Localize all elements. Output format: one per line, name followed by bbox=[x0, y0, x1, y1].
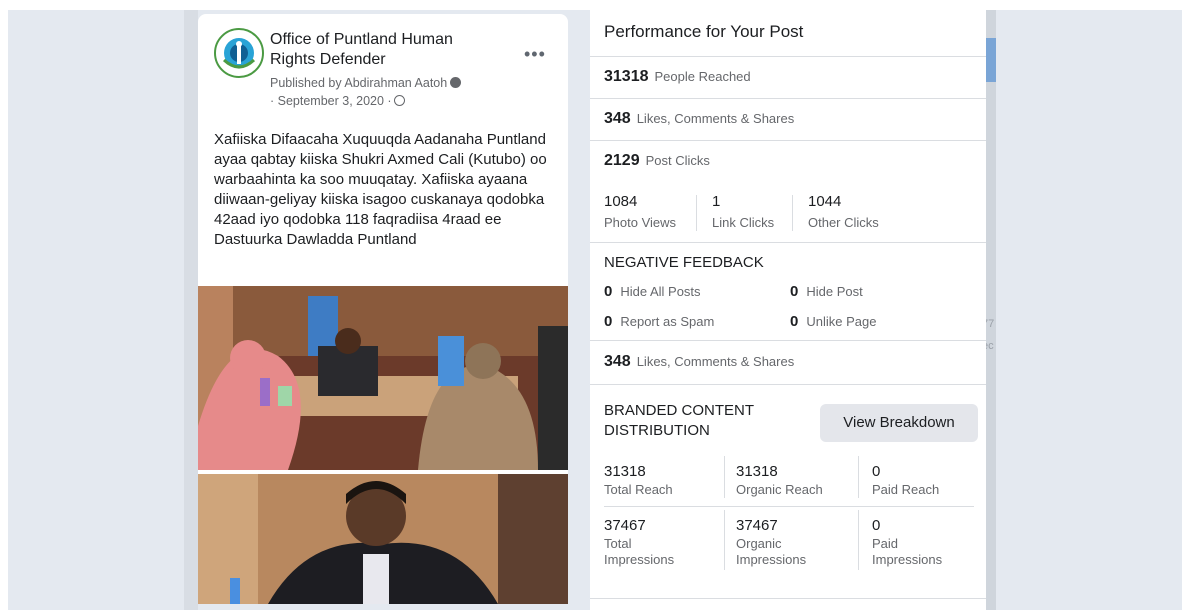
paid-impressions-value: 0 bbox=[872, 517, 881, 534]
total-impressions-label-2: Impressions bbox=[604, 552, 675, 567]
people-reached-value: 31318 bbox=[604, 68, 649, 85]
hide-all-posts-label: Hide All Posts bbox=[620, 284, 701, 299]
photo-views-value: 1084 bbox=[604, 193, 638, 210]
organic-impressions-value: 37467 bbox=[736, 517, 778, 534]
organic-reach-value: 31318 bbox=[736, 463, 778, 480]
paid-impressions: 0 Paid Impressions bbox=[872, 516, 942, 568]
organic-impressions-label-1: Organic bbox=[736, 536, 782, 551]
engagement-label: Likes, Comments & Shares bbox=[636, 111, 795, 126]
engagement2-label: Likes, Comments & Shares bbox=[636, 354, 795, 369]
post-text: Xafiiska Difaacaha Xuquuqda Aadanaha Pun… bbox=[214, 131, 547, 248]
gear-icon bbox=[450, 77, 462, 88]
divider bbox=[858, 510, 859, 570]
performance-panel: Performance for Your Post 31318 People Re… bbox=[590, 10, 986, 610]
divider bbox=[858, 456, 859, 498]
view-breakdown-button[interactable]: View Breakdown bbox=[820, 404, 978, 442]
globe-icon bbox=[393, 95, 405, 106]
post-clicks-label: Post Clicks bbox=[645, 153, 710, 168]
paid-reach-value: 0 bbox=[872, 463, 881, 480]
total-impressions: 37467 Total Impressions bbox=[604, 516, 674, 568]
engagement-row: 348 Likes, Comments & Shares bbox=[590, 98, 986, 140]
divider bbox=[696, 195, 697, 231]
logo-icon bbox=[217, 31, 261, 75]
total-reach-value: 31318 bbox=[604, 463, 646, 480]
other-clicks-value: 1044 bbox=[808, 193, 842, 210]
hide-all-posts: 0 Hide All Posts bbox=[604, 283, 701, 300]
link-clicks-label: Link Clicks bbox=[712, 215, 775, 230]
post-header: Office of Puntland Human Rights Defender… bbox=[214, 28, 554, 128]
unlike-page-label: Unlike Page bbox=[806, 314, 877, 329]
hide-post-label: Hide Post bbox=[806, 284, 863, 299]
published-by: Published by Abdirahman Aatoh bbox=[270, 76, 448, 90]
divider bbox=[724, 456, 725, 498]
paid-reach: 0 Paid Reach bbox=[872, 462, 939, 498]
other-clicks-label: Other Clicks bbox=[808, 215, 879, 230]
post-clicks-value: 2129 bbox=[604, 152, 640, 169]
paid-impressions-label-2: Impressions bbox=[872, 552, 943, 567]
unlike-page: 0 Unlike Page bbox=[790, 313, 876, 330]
engagement2-value: 348 bbox=[604, 353, 631, 370]
link-clicks-value: 1 bbox=[712, 193, 721, 210]
page-name-link[interactable]: Office of Puntland Human Rights Defender bbox=[270, 30, 500, 70]
unlike-page-value: 0 bbox=[790, 313, 799, 330]
engagement-row-2: 348 Likes, Comments & Shares bbox=[590, 340, 986, 384]
hide-post-value: 0 bbox=[790, 283, 799, 300]
report-as-spam-value: 0 bbox=[604, 313, 613, 330]
negative-feedback-title: NEGATIVE FEEDBACK bbox=[604, 254, 764, 271]
branded-title-line1: BRANDED CONTENT bbox=[604, 402, 755, 419]
total-impressions-value: 37467 bbox=[604, 517, 646, 534]
organic-impressions-label-2: Impressions bbox=[736, 552, 807, 567]
paid-impressions-label-1: Paid bbox=[872, 536, 899, 551]
people-reached-row: 31318 People Reached bbox=[590, 56, 986, 98]
more-options-icon[interactable]: ••• bbox=[524, 44, 546, 65]
overlay-strip bbox=[184, 10, 198, 610]
negative-feedback-row: NEGATIVE FEEDBACK 0 Hide All Posts 0 Hide … bbox=[590, 242, 986, 340]
post-clicks-row: 2129 Post Clicks 1084 Photo Views 1 Link … bbox=[590, 140, 986, 242]
total-impressions-label-1: Total bbox=[604, 536, 632, 551]
organic-reach: 31318 Organic Reach bbox=[736, 462, 823, 498]
branded-title-line2: DISTRIBUTION bbox=[604, 422, 710, 439]
organic-reach-label: Organic Reach bbox=[736, 482, 823, 497]
hide-all-posts-value: 0 bbox=[604, 283, 613, 300]
report-as-spam: 0 Report as Spam bbox=[604, 313, 714, 330]
total-reach-label: Total Reach bbox=[604, 482, 673, 497]
divider bbox=[792, 195, 793, 231]
divider bbox=[590, 598, 986, 599]
report-as-spam-label: Report as Spam bbox=[620, 314, 715, 329]
divider bbox=[724, 510, 725, 570]
branded-title: BRANDED CONTENT DISTRIBUTION bbox=[604, 401, 754, 441]
total-reach: 31318 Total Reach bbox=[604, 462, 673, 498]
post-photo-1[interactable] bbox=[198, 286, 568, 470]
post-date[interactable]: · September 3, 2020 · bbox=[270, 94, 392, 108]
divider bbox=[604, 506, 974, 507]
organic-impressions: 37467 Organic Impressions bbox=[736, 516, 806, 568]
hide-post: 0 Hide Post bbox=[790, 283, 863, 300]
post-photo-2[interactable] bbox=[198, 474, 568, 604]
people-reached-label: People Reached bbox=[654, 69, 751, 84]
post-card: Office of Puntland Human Rights Defender… bbox=[198, 14, 568, 604]
post-meta: Published by Abdirahman Aatoh · Septembe… bbox=[270, 74, 530, 110]
engagement-value: 348 bbox=[604, 110, 631, 127]
paid-reach-label: Paid Reach bbox=[872, 482, 940, 497]
photo-views-label: Photo Views bbox=[604, 215, 677, 230]
panel-title: Performance for Your Post bbox=[604, 22, 804, 41]
page-avatar[interactable] bbox=[214, 28, 264, 78]
